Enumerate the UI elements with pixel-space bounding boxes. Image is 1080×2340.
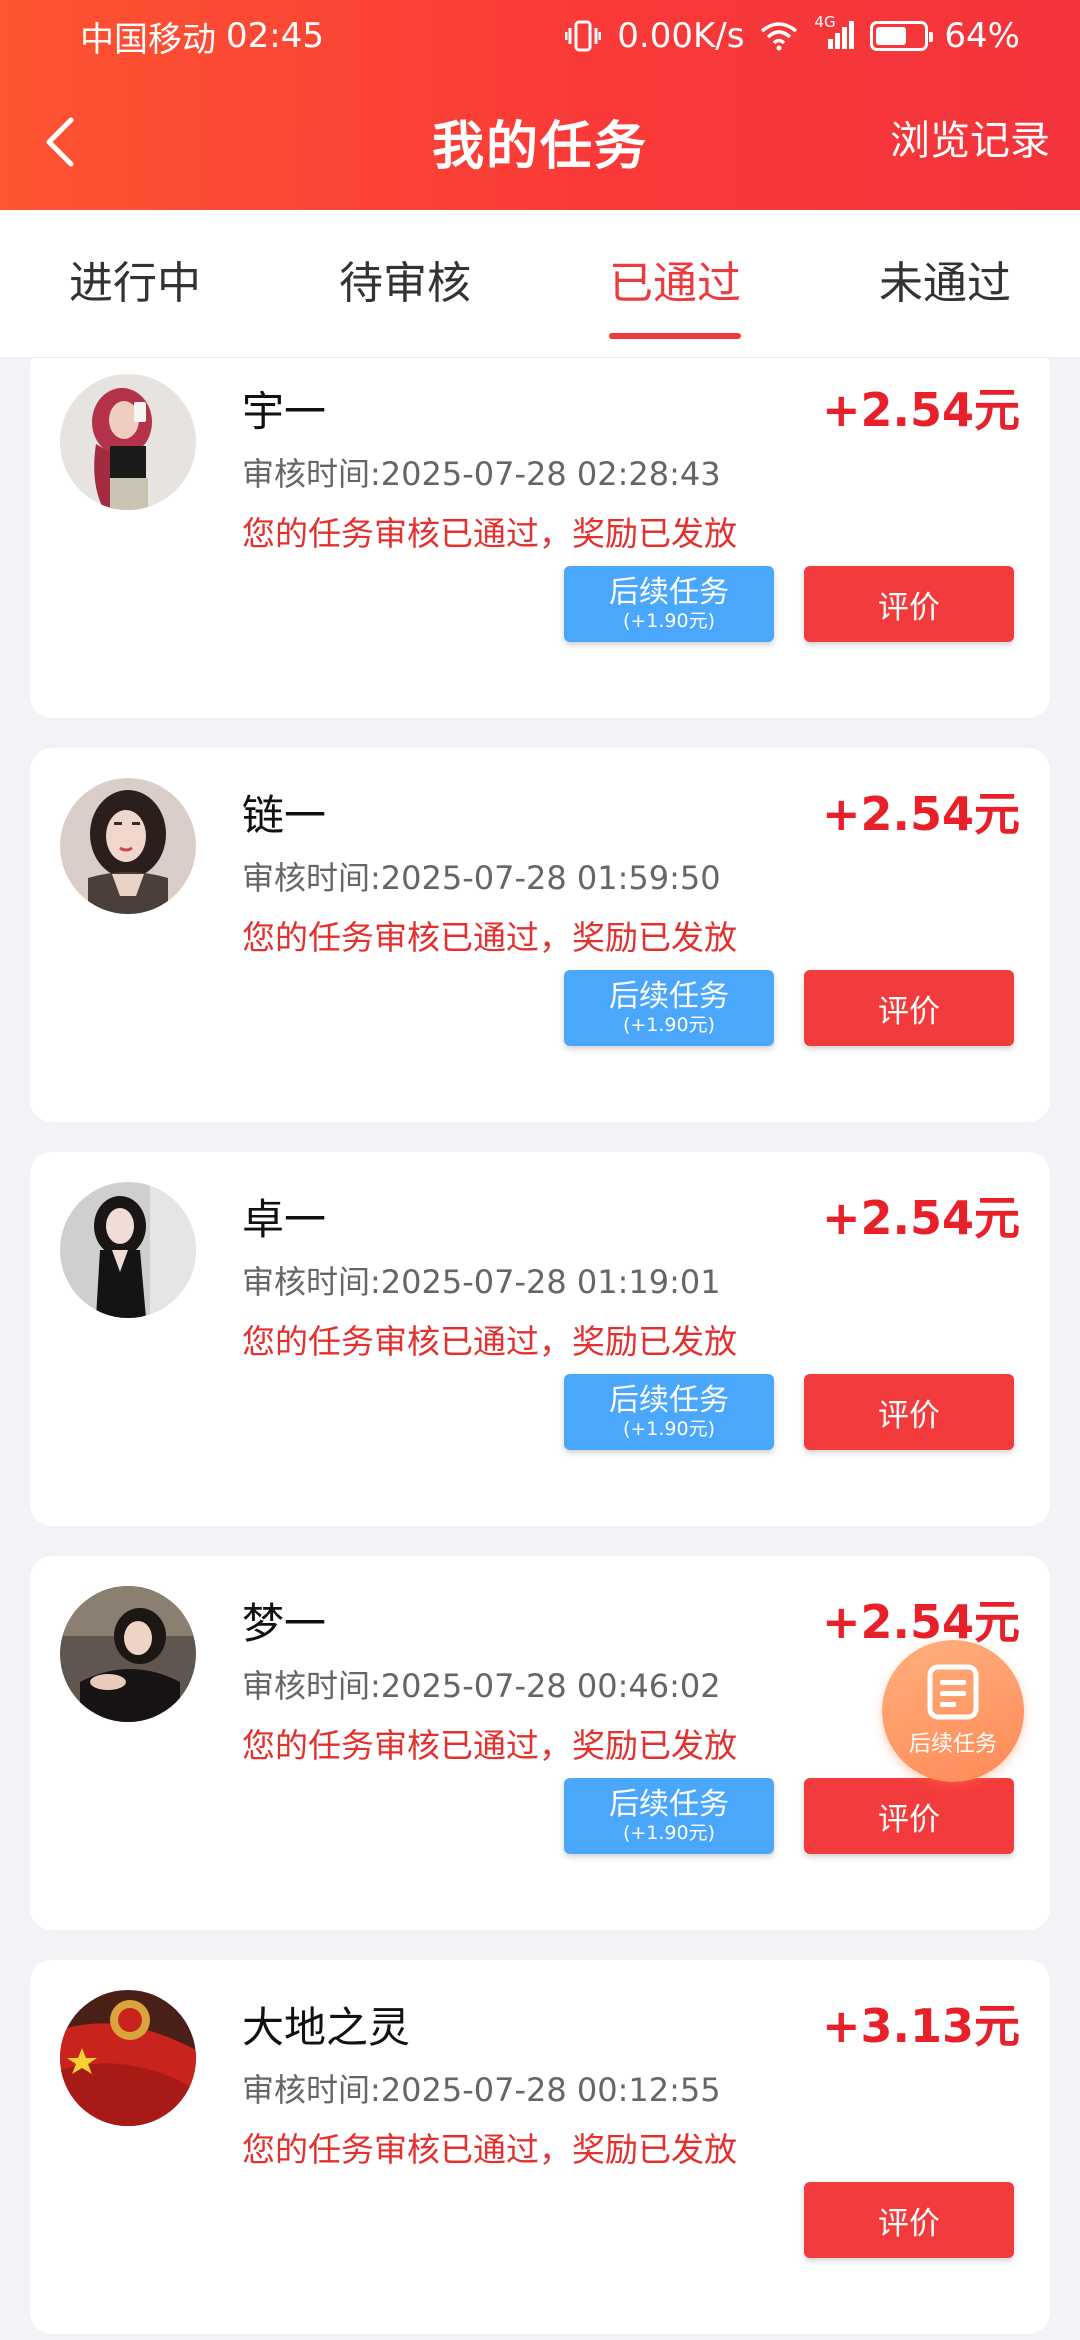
followup-reward: (+1.90元)	[622, 1418, 716, 1440]
followup-reward: (+1.90元)	[622, 1822, 716, 1844]
status-message: 您的任务审核已通过，奖励已发放	[242, 514, 737, 553]
followup-task-button[interactable]: 后续任务 (+1.90元)	[564, 566, 774, 642]
reward-amount: +3.13元	[821, 1999, 1020, 2053]
followup-task-button[interactable]: 后续任务 (+1.90元)	[564, 1374, 774, 1450]
app-root: 中国移动 02:45 0.00K/s 4G 64% 我的任务 浏览记录 进行中 …	[0, 0, 1080, 2340]
task-card: 宇一 +2.54元 审核时间:2025-07-28 02:28:43 您的任务审…	[30, 358, 1050, 718]
task-title: 宇一	[242, 387, 327, 436]
reward-amount: +2.54元	[821, 1595, 1020, 1649]
task-title: 卓一	[242, 1195, 327, 1244]
network-speed: 0.00K/s	[617, 16, 745, 56]
task-card: 大地之灵 +3.13元 审核时间:2025-07-28 00:12:55 您的任…	[30, 1960, 1050, 2334]
tab-pending-review[interactable]: 待审核	[270, 210, 540, 357]
wifi-icon	[760, 21, 798, 51]
browse-history-link[interactable]: 浏览记录	[890, 108, 1050, 166]
followup-reward: (+1.90元)	[622, 610, 716, 632]
review-button[interactable]: 评价	[804, 2182, 1014, 2258]
review-button[interactable]: 评价	[804, 1778, 1014, 1854]
task-title: 大地之灵	[242, 2003, 411, 2052]
task-list[interactable]: 宇一 +2.54元 审核时间:2025-07-28 02:28:43 您的任务审…	[0, 358, 1080, 2340]
task-card: 链一 +2.54元 审核时间:2025-07-28 01:59:50 您的任务审…	[30, 748, 1050, 1122]
battery-level: 64%	[944, 16, 1020, 56]
followup-label: 后续任务	[609, 1383, 729, 1418]
review-button[interactable]: 评价	[804, 566, 1014, 642]
header: 中国移动 02:45 0.00K/s 4G 64% 我的任务 浏览记录	[0, 0, 1080, 210]
avatar	[60, 1586, 196, 1722]
followup-task-button[interactable]: 后续任务 (+1.90元)	[564, 1778, 774, 1854]
status-message: 您的任务审核已通过，奖励已发放	[242, 1726, 737, 1765]
review-button[interactable]: 评价	[804, 970, 1014, 1046]
back-button[interactable]	[20, 102, 100, 182]
task-title: 链一	[242, 791, 327, 840]
reward-amount: +2.54元	[821, 383, 1020, 437]
tab-in-progress[interactable]: 进行中	[0, 210, 270, 357]
avatar	[60, 778, 196, 914]
chevron-left-icon	[46, 117, 74, 167]
page-title: 我的任务	[431, 116, 648, 177]
tab-rejected[interactable]: 未通过	[810, 210, 1080, 357]
reward-amount: +2.54元	[821, 787, 1020, 841]
fab-label: 后续任务	[908, 1732, 997, 1757]
followup-label: 后续任务	[609, 575, 729, 610]
review-time: 审核时间:2025-07-28 00:46:02	[242, 1667, 721, 1705]
carrier-label: 中国移动	[80, 19, 216, 60]
review-time: 审核时间:2025-07-28 02:28:43	[242, 455, 721, 493]
review-time: 审核时间:2025-07-28 01:19:01	[242, 1263, 721, 1301]
signal-type: 4G	[814, 13, 836, 31]
avatar	[60, 374, 196, 510]
status-message: 您的任务审核已通过，奖励已发放	[242, 918, 737, 957]
status-tabs: 进行中 待审核 已通过 未通过	[0, 210, 1080, 358]
signal-icon: 4G	[814, 13, 855, 51]
battery-icon	[870, 21, 934, 51]
followup-task-fab[interactable]: 后续任务	[882, 1640, 1024, 1782]
tab-approved[interactable]: 已通过	[540, 210, 810, 357]
task-title: 梦一	[242, 1599, 327, 1648]
clock: 02:45	[226, 16, 324, 56]
task-card: 卓一 +2.54元 审核时间:2025-07-28 01:19:01 您的任务审…	[30, 1152, 1050, 1526]
followup-task-button[interactable]: 后续任务 (+1.90元)	[564, 970, 774, 1046]
followup-label: 后续任务	[609, 979, 729, 1014]
avatar	[60, 1990, 196, 2126]
avatar	[60, 1182, 196, 1318]
vibrate-icon	[565, 19, 602, 53]
followup-label: 后续任务	[609, 1787, 729, 1822]
followup-reward: (+1.90元)	[622, 1014, 716, 1036]
reward-amount: +2.54元	[821, 1191, 1020, 1245]
review-time: 审核时间:2025-07-28 00:12:55	[242, 2071, 721, 2109]
document-icon	[927, 1664, 979, 1720]
status-bar: 中国移动 02:45 0.00K/s 4G 64%	[0, 0, 1080, 72]
review-button[interactable]: 评价	[804, 1374, 1014, 1450]
status-message: 您的任务审核已通过，奖励已发放	[242, 1322, 737, 1361]
battery-fill	[876, 27, 906, 45]
nav-bar: 我的任务 浏览记录	[0, 72, 1080, 210]
status-message: 您的任务审核已通过，奖励已发放	[242, 2130, 737, 2169]
review-time: 审核时间:2025-07-28 01:59:50	[242, 859, 721, 897]
